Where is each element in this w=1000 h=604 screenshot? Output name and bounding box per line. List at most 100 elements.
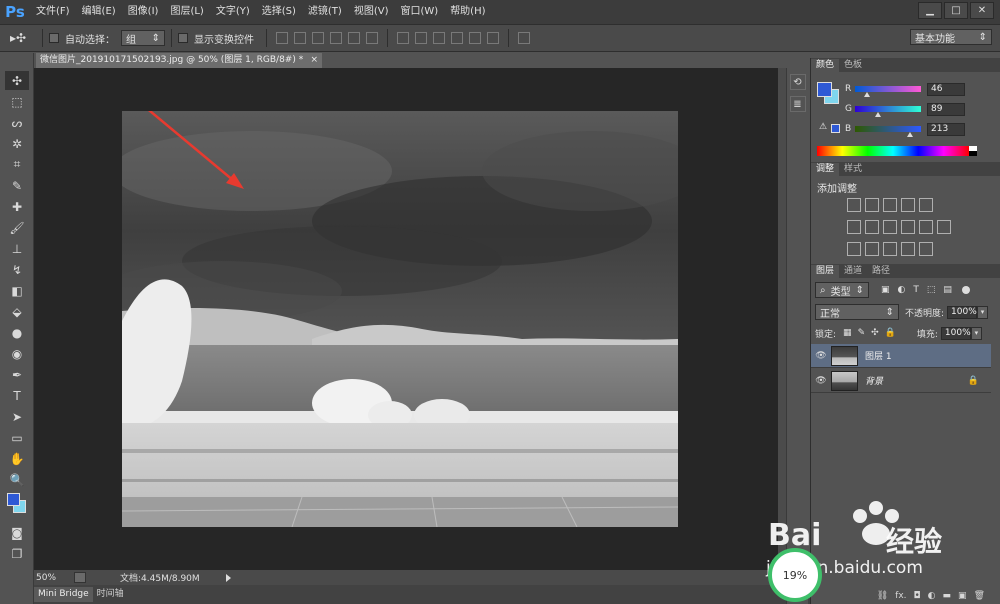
screen-mode-icon[interactable]: ❐ bbox=[5, 544, 29, 563]
pen-tool-icon[interactable]: ✒ bbox=[5, 365, 29, 384]
opacity-input[interactable]: 100% bbox=[947, 305, 978, 319]
status-menu-arrow-icon[interactable] bbox=[226, 573, 231, 582]
lock-transparent-icon[interactable]: ▦ bbox=[843, 328, 852, 338]
new-layer-icon[interactable]: ▣ bbox=[958, 591, 967, 604]
align-bottom-icon[interactable] bbox=[312, 32, 324, 44]
tab-adjustments[interactable]: 调整 bbox=[811, 163, 840, 176]
curves-icon[interactable] bbox=[883, 198, 897, 212]
foreground-color-swatch[interactable] bbox=[817, 82, 832, 97]
menu-edit[interactable]: 编辑(E) bbox=[76, 0, 122, 24]
blue-value-input[interactable]: 213 bbox=[927, 122, 965, 136]
green-slider[interactable] bbox=[855, 106, 921, 117]
crop-tool-icon[interactable]: ⌗ bbox=[5, 155, 29, 174]
invert-icon[interactable] bbox=[847, 242, 861, 256]
healing-brush-tool-icon[interactable]: ✚ bbox=[5, 197, 29, 216]
fill-arrow-icon[interactable]: ▾ bbox=[970, 326, 982, 340]
blue-slider-knob[interactable] bbox=[907, 132, 914, 137]
eraser-tool-icon[interactable]: ◧ bbox=[5, 281, 29, 300]
red-slider-knob[interactable] bbox=[863, 92, 870, 97]
delete-layer-icon[interactable]: 🗑 bbox=[974, 591, 985, 604]
posterize-icon[interactable] bbox=[865, 242, 879, 256]
eyedropper-tool-icon[interactable]: ✎ bbox=[5, 176, 29, 195]
align-hcenter-icon[interactable] bbox=[348, 32, 360, 44]
filter-shape-icon[interactable]: ⬚ bbox=[927, 285, 936, 295]
opacity-arrow-icon[interactable]: ▾ bbox=[977, 305, 989, 319]
visibility-eye-icon[interactable]: 👁 bbox=[811, 351, 831, 361]
vibrance-icon[interactable] bbox=[919, 198, 933, 212]
green-value-input[interactable]: 89 bbox=[927, 102, 965, 116]
brightness-contrast-icon[interactable] bbox=[847, 198, 861, 212]
dodge-tool-icon[interactable]: ◉ bbox=[5, 344, 29, 363]
layer-name[interactable]: 背景 bbox=[865, 374, 883, 387]
visibility-eye-icon[interactable]: 👁 bbox=[811, 376, 831, 386]
distribute-top-icon[interactable] bbox=[397, 32, 409, 44]
marquee-tool-icon[interactable]: ⬚ bbox=[5, 92, 29, 111]
filter-type-icon[interactable]: T bbox=[913, 285, 919, 295]
blend-mode-dropdown[interactable]: 正常 ⇕ bbox=[815, 304, 899, 320]
properties-panel-icon[interactable]: ≣ bbox=[789, 96, 806, 112]
black-white-swatch[interactable] bbox=[969, 146, 977, 156]
menu-image[interactable]: 图像(I) bbox=[122, 0, 165, 24]
align-top-icon[interactable] bbox=[276, 32, 288, 44]
document-tab[interactable]: 微信图片_20191017150219З.jpg @ 50% (图层 1, RG… bbox=[36, 53, 322, 68]
menu-layer[interactable]: 图层(L) bbox=[164, 0, 209, 24]
red-slider[interactable] bbox=[855, 86, 921, 97]
move-tool-icon[interactable]: ✣ bbox=[5, 71, 29, 90]
menu-filter[interactable]: 滤镜(T) bbox=[302, 0, 348, 24]
close-button[interactable]: ✕ bbox=[970, 2, 994, 19]
filter-toggle-icon[interactable] bbox=[961, 286, 970, 294]
history-brush-tool-icon[interactable]: ↯ bbox=[5, 260, 29, 279]
tab-swatches[interactable]: 色板 bbox=[839, 59, 867, 72]
brush-tool-icon[interactable]: 🖌 bbox=[5, 218, 29, 237]
menu-select[interactable]: 选择(S) bbox=[256, 0, 302, 24]
blur-tool-icon[interactable]: ● bbox=[5, 323, 29, 342]
hue-saturation-icon[interactable] bbox=[847, 220, 861, 234]
selective-color-icon[interactable] bbox=[901, 242, 915, 256]
distribute-left-icon[interactable] bbox=[451, 32, 463, 44]
foreground-color-swatch[interactable] bbox=[7, 493, 20, 506]
workspace-dropdown[interactable]: 基本功能 ⇕ bbox=[910, 29, 992, 45]
distribute-bottom-icon[interactable] bbox=[433, 32, 445, 44]
distribute-hcenter-icon[interactable] bbox=[469, 32, 481, 44]
fill-input[interactable]: 100% bbox=[940, 326, 971, 340]
layer-row[interactable]: 👁 背景 🔒 bbox=[811, 369, 991, 393]
menu-window[interactable]: 窗口(W) bbox=[394, 0, 444, 24]
history-panel-icon[interactable]: ⟲ bbox=[789, 74, 806, 90]
channel-mixer-icon[interactable] bbox=[919, 220, 933, 234]
shape-tool-icon[interactable]: ▭ bbox=[5, 428, 29, 447]
auto-align-icon[interactable] bbox=[518, 32, 530, 44]
auto-select-checkbox[interactable] bbox=[49, 33, 59, 43]
tab-styles[interactable]: 样式 bbox=[839, 163, 867, 176]
paint-bucket-tool-icon[interactable]: ⬙ bbox=[5, 302, 29, 321]
lasso-tool-icon[interactable]: ᔕ bbox=[5, 113, 29, 132]
layer-filter-dropdown[interactable]: ⌕ 类型 ⇕ bbox=[815, 282, 869, 298]
clone-stamp-tool-icon[interactable]: ⊥ bbox=[5, 239, 29, 258]
align-right-icon[interactable] bbox=[366, 32, 378, 44]
status-info-icon[interactable] bbox=[74, 572, 86, 583]
green-slider-knob[interactable] bbox=[875, 112, 882, 117]
color-lookup-icon[interactable] bbox=[937, 220, 951, 234]
tab-mini-bridge[interactable]: Mini Bridge bbox=[34, 587, 93, 602]
filter-pixel-icon[interactable]: ▣ bbox=[881, 285, 890, 295]
auto-select-dropdown[interactable]: 组 ⇕ bbox=[121, 30, 165, 46]
align-vcenter-icon[interactable] bbox=[294, 32, 306, 44]
move-tool-preset-icon[interactable]: ▸✣ bbox=[0, 31, 36, 45]
photo-filter-icon[interactable] bbox=[901, 220, 915, 234]
layer-name[interactable]: 图层 1 bbox=[865, 349, 892, 362]
tab-layers[interactable]: 图层 bbox=[811, 265, 840, 278]
exposure-icon[interactable] bbox=[901, 198, 915, 212]
threshold-icon[interactable] bbox=[883, 242, 897, 256]
tab-timeline[interactable]: 时间轴 bbox=[93, 587, 128, 602]
red-value-input[interactable]: 46 bbox=[927, 82, 965, 96]
menu-file[interactable]: 文件(F) bbox=[30, 0, 76, 24]
zoom-level[interactable]: 50% bbox=[34, 573, 74, 583]
filter-smart-object-icon[interactable]: ▤ bbox=[943, 285, 952, 295]
distribute-right-icon[interactable] bbox=[487, 32, 499, 44]
levels-icon[interactable] bbox=[865, 198, 879, 212]
closest-color-swatch[interactable] bbox=[831, 124, 840, 133]
maximize-button[interactable]: □ bbox=[944, 2, 968, 19]
align-left-icon[interactable] bbox=[330, 32, 342, 44]
blue-slider[interactable] bbox=[855, 126, 921, 137]
menu-view[interactable]: 视图(V) bbox=[348, 0, 395, 24]
path-selection-tool-icon[interactable]: ➤ bbox=[5, 407, 29, 426]
